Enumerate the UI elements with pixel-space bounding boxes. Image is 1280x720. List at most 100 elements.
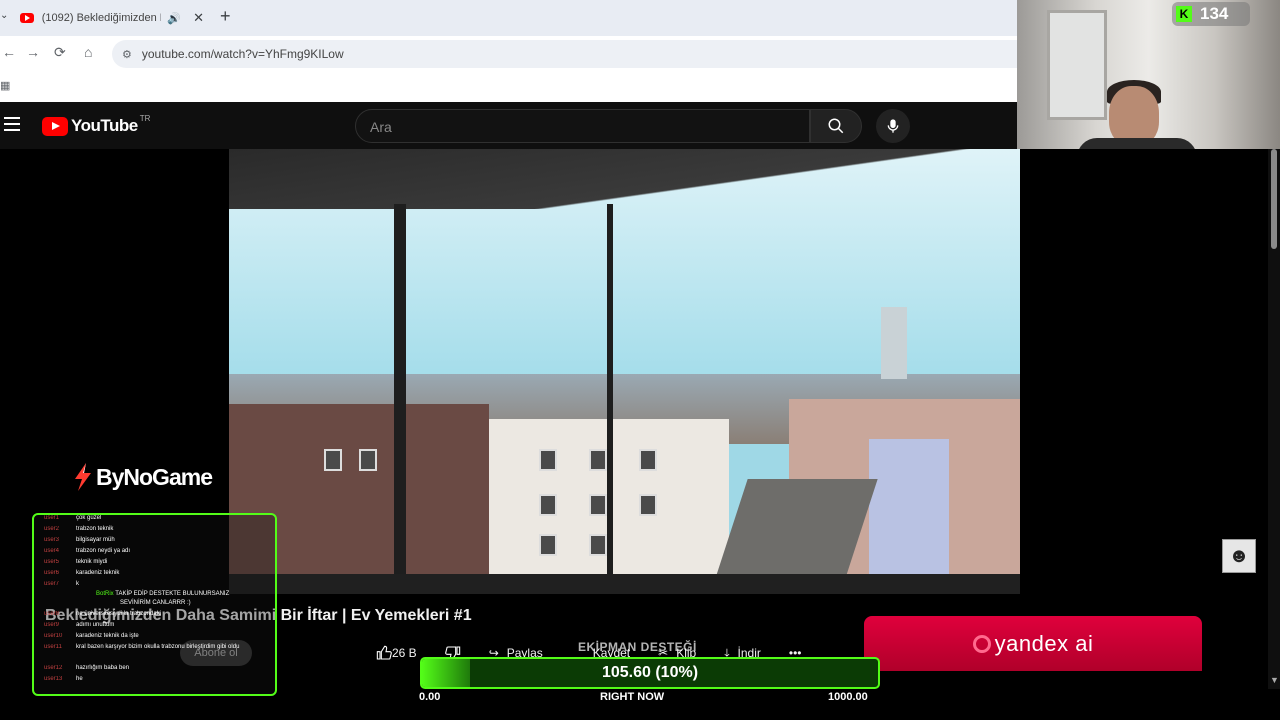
video-tower bbox=[881, 307, 907, 379]
reload-button[interactable]: ⟳ bbox=[54, 44, 66, 61]
home-button[interactable]: ⌂ bbox=[84, 44, 92, 60]
webcam-window bbox=[1047, 10, 1107, 120]
chat-username: user12 bbox=[44, 665, 63, 671]
tab-title: (1092) Beklediğimizden Daha Samimi Bir İ… bbox=[41, 12, 162, 24]
chat-message: user3 bilgisayar müh bbox=[44, 537, 115, 543]
chat-text: adımı unuttum bbox=[76, 622, 115, 628]
chat-username: user9 bbox=[44, 622, 60, 628]
browser-chrome: ⌄ (1092) Beklediğimizden Daha Samimi Bir… bbox=[0, 0, 1017, 102]
bot-message: BotRix TAKİP EDİP DESTEKTE BULUNURSANIZ bbox=[96, 591, 229, 597]
chat-message: user8 ne üniversitesiydi la trabzondaki bbox=[44, 611, 161, 617]
ad-brand: yandex ai bbox=[994, 630, 1094, 656]
browser-tab[interactable]: (1092) Beklediğimizden Daha Samimi Bir İ… bbox=[12, 4, 212, 32]
viewer-count-badge: K 134 bbox=[1172, 2, 1250, 26]
voice-search-button[interactable] bbox=[876, 109, 910, 143]
address-bar[interactable]: ⚙ youtube.com/watch?v=YhFmg9KILow bbox=[112, 40, 1017, 68]
streamer-webcam: K 134 bbox=[1017, 0, 1280, 149]
chat-username: user2 bbox=[44, 526, 60, 532]
chat-username: user10 bbox=[44, 633, 63, 639]
chat-message: user2 trabzon teknik bbox=[44, 526, 113, 532]
youtube-favicon-icon bbox=[20, 13, 34, 23]
chat-username: user5 bbox=[44, 559, 60, 565]
like-button[interactable]: 26 B bbox=[366, 640, 427, 666]
chat-username: user7 bbox=[44, 581, 60, 587]
video-window bbox=[539, 534, 557, 556]
chat-message: user4 trabzon neydi ya adı bbox=[44, 548, 130, 554]
chat-text: he bbox=[76, 676, 83, 682]
apps-grid-icon[interactable]: ▦ bbox=[0, 79, 10, 92]
chat-username: user1 bbox=[44, 515, 60, 521]
tab-close-icon[interactable]: ✕ bbox=[193, 10, 204, 26]
country-code: TR bbox=[139, 113, 151, 123]
tab-search-icon[interactable]: ⌄ bbox=[0, 10, 8, 21]
video-window bbox=[639, 494, 657, 516]
scroll-down-arrow-icon[interactable]: ▼ bbox=[1270, 675, 1279, 685]
bot-text-line2: SEVİNİRİM CANLARRR :) bbox=[120, 600, 191, 606]
video-window-ledge bbox=[229, 574, 1020, 594]
webcam-person bbox=[1109, 86, 1159, 146]
chat-username: user8 bbox=[44, 611, 60, 617]
thumbs-up-icon bbox=[376, 645, 392, 660]
chat-text: karadeniz teknik da işte bbox=[76, 633, 139, 639]
chat-text: teknik miydi bbox=[76, 559, 108, 565]
search-input[interactable]: Ara bbox=[355, 109, 810, 143]
chat-text: trabzon neydi ya adı bbox=[76, 548, 131, 554]
chat-message: user13 he bbox=[44, 676, 83, 682]
audio-playing-icon[interactable]: 🔊 bbox=[167, 12, 181, 25]
video-window bbox=[589, 534, 607, 556]
viewer-count: 134 bbox=[1200, 4, 1229, 23]
url-text: youtube.com/watch?v=YhFmg9KILow bbox=[141, 47, 344, 61]
chat-text: bilgisayar müh bbox=[76, 537, 115, 543]
hamburger-menu-icon[interactable] bbox=[4, 117, 20, 131]
sponsor-logo: ByNoGame bbox=[72, 463, 213, 491]
guest-avatar-icon: ☻ bbox=[1222, 539, 1256, 573]
kick-logo-icon: K bbox=[1176, 6, 1192, 22]
chat-message: user11 kral bazen karşıyor bizim okulla t… bbox=[44, 644, 239, 650]
forward-button[interactable]: → bbox=[26, 44, 40, 60]
goal-min-label: 0.00 bbox=[419, 691, 441, 703]
bot-text-line1: TAKİP EDİP DESTEKTE BULUNURSANIZ bbox=[115, 591, 230, 597]
video-window bbox=[639, 449, 657, 471]
chat-username: user3 bbox=[44, 537, 60, 543]
back-button[interactable]: ← bbox=[2, 44, 16, 60]
tab-strip: ⌄ (1092) Beklediğimizden Daha Samimi Bir… bbox=[0, 0, 1017, 36]
goal-now-label: RIGHT NOW bbox=[600, 691, 665, 703]
video-window-mullion bbox=[394, 204, 406, 594]
chat-text: k bbox=[76, 581, 79, 587]
donation-goal-bar: 105.60 (10%) bbox=[420, 657, 880, 689]
site-info-icon[interactable]: ⚙ bbox=[122, 48, 132, 61]
video-window bbox=[539, 449, 557, 471]
bookmarks-bar: ▦ bbox=[0, 70, 1017, 102]
like-count: 26 B bbox=[392, 646, 417, 660]
yandex-logo-icon bbox=[972, 634, 991, 653]
goal-max-label: 1000.00 bbox=[828, 691, 868, 703]
bynogame-bolt-icon bbox=[75, 463, 91, 491]
bot-username: BotRix bbox=[96, 591, 114, 597]
video-player[interactable] bbox=[229, 149, 1020, 594]
youtube-logo[interactable]: YouTube TR bbox=[42, 113, 151, 136]
chat-message: user12 hazırlığım baba ben bbox=[44, 665, 129, 671]
chat-text: karadeniz teknik bbox=[76, 570, 120, 576]
chat-username: user11 bbox=[44, 644, 62, 650]
chat-text: ne üniversitesiydi la trabzondaki bbox=[76, 611, 162, 617]
video-window-frame bbox=[229, 149, 1020, 209]
chat-text: trabzon teknik bbox=[76, 526, 114, 532]
scrollbar-thumb[interactable] bbox=[1271, 149, 1277, 249]
youtube-masthead: YouTube TR Ara bbox=[0, 102, 1017, 149]
youtube-play-icon bbox=[42, 116, 68, 136]
microphone-icon bbox=[887, 119, 899, 133]
search-button[interactable] bbox=[810, 109, 862, 143]
video-window bbox=[324, 449, 342, 471]
chat-message: user9 adımı unuttum bbox=[44, 622, 114, 628]
webcam-person-shirt bbox=[1077, 138, 1197, 149]
youtube-wordmark: YouTube bbox=[71, 116, 138, 135]
page-scrollbar[interactable]: ▼ bbox=[1268, 149, 1280, 689]
chat-message: user6 karadeniz teknik bbox=[44, 570, 119, 576]
goal-current-amount: 105.60 (10%) bbox=[601, 664, 699, 681]
new-tab-button[interactable]: + bbox=[220, 6, 231, 27]
chat-message: user1 çok güzel bbox=[44, 515, 101, 521]
goal-title: EKİPMAN DESTEĞİ bbox=[578, 640, 697, 654]
yandex-ad-banner[interactable]: yandex ai bbox=[864, 616, 1202, 671]
chat-text: kral bazen karşıyor bizim okulla trabzon… bbox=[76, 644, 240, 650]
chat-username: user6 bbox=[44, 570, 60, 576]
